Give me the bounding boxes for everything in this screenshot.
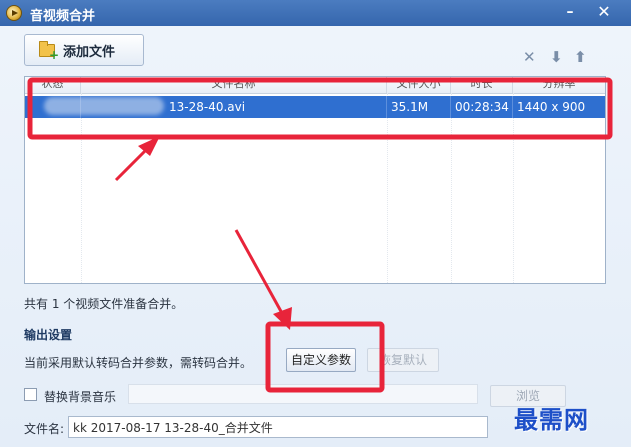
column-guide [81,93,82,283]
replace-bgm-checkbox[interactable] [24,388,37,401]
watermark-logo: 最需网 [514,406,589,434]
filename-label: 文件名: [24,422,65,436]
remove-icon[interactable]: ✕ [523,48,536,66]
output-settings-title: 输出设置 [24,328,73,342]
minimize-button[interactable]: – [556,1,584,23]
custom-params-button[interactable]: 自定义参数 [286,348,356,372]
column-resolution[interactable]: 分辨率 [513,77,605,93]
row-resolution: 1440 x 900 [517,100,586,114]
bgm-path-field[interactable] [128,384,478,404]
column-guide [387,93,388,283]
param-status-text: 当前采用默认转码合并参数，需转码合并。 [24,356,253,370]
file-list-header: 状态 文件名称 文件大小 时长 分辨率 [25,77,605,94]
column-status[interactable]: 状态 [25,77,81,93]
close-button[interactable]: ✕ [590,1,618,23]
restore-default-button[interactable]: 恢复默认 [367,348,439,372]
add-file-label: 添加文件 [63,44,116,60]
column-guide [451,93,452,283]
column-filesize[interactable]: 文件大小 [387,77,451,93]
move-up-icon[interactable]: ⬆ [574,48,587,66]
row-filesize: 35.1M [387,96,451,118]
app-play-icon [6,5,22,21]
column-filename[interactable]: 文件名称 [81,77,387,93]
replace-bgm-label: 替换背景音乐 [44,390,117,404]
move-down-icon[interactable]: ⬇ [550,48,563,66]
title-bar: 音视频合并 – ✕ [0,0,631,26]
folder-add-icon [39,40,59,62]
window-title: 音视频合并 [30,9,96,24]
column-duration[interactable]: 时长 [451,77,513,93]
file-count-text: 共有 1 个视频文件准备合并。 [24,297,184,311]
add-file-button[interactable]: 添加文件 [24,34,144,66]
row-duration: 00:28:34 [451,96,513,118]
blurred-filename-prefix [44,97,164,115]
column-guide [513,93,514,283]
filename-input[interactable] [68,416,488,438]
